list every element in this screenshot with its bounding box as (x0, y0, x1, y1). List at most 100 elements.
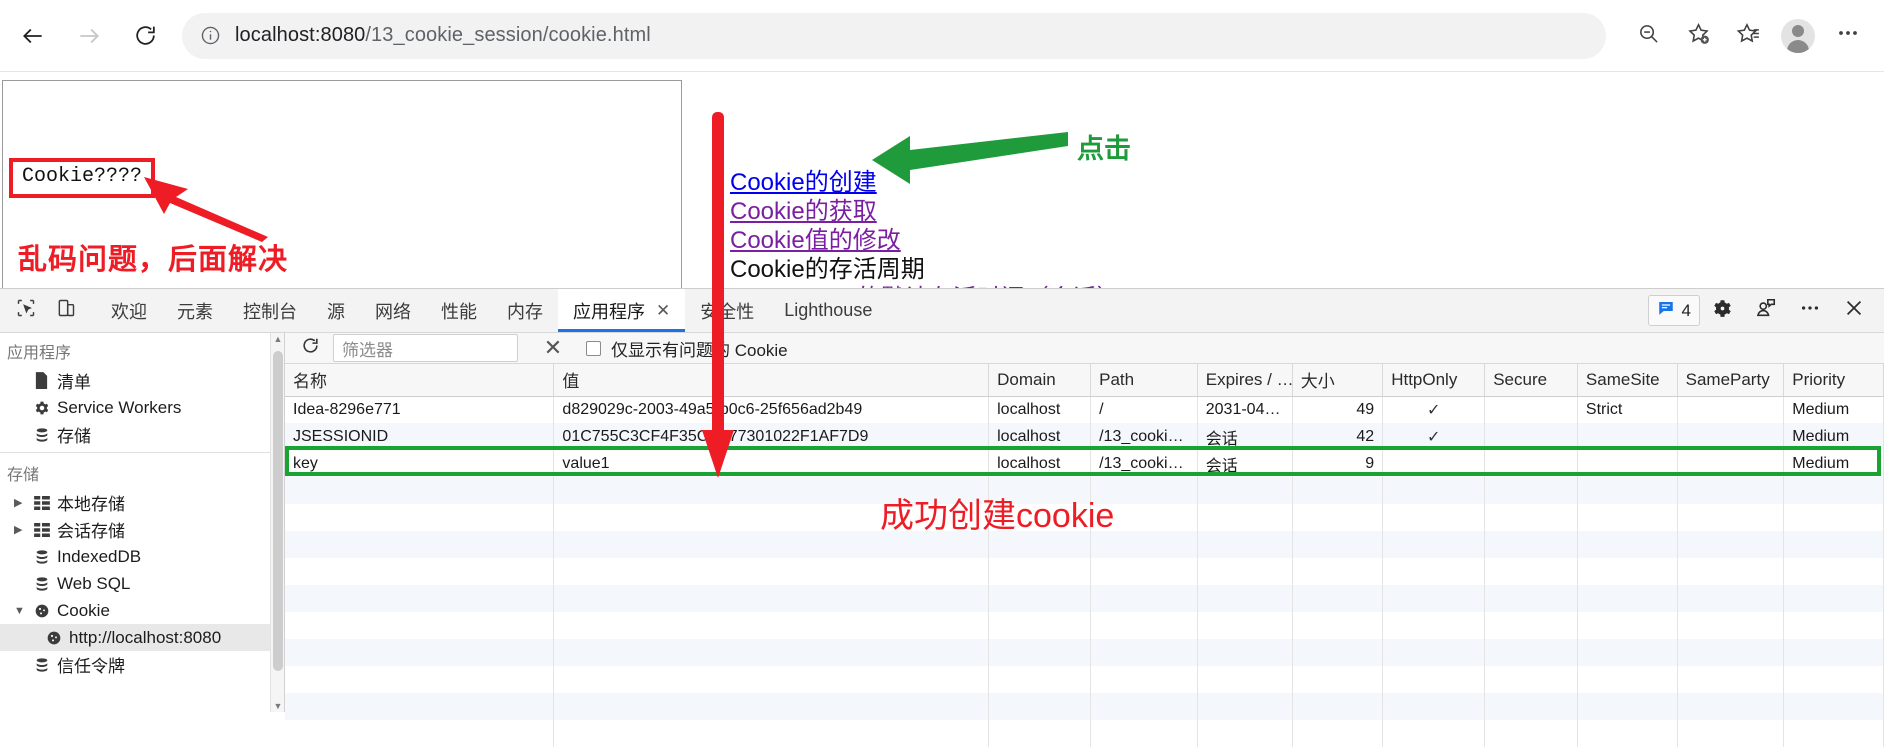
close-icon (1843, 297, 1865, 324)
more-options-button[interactable] (1826, 14, 1870, 58)
column-header-expires[interactable]: Expires / … (1197, 364, 1293, 397)
sidebar-item-cookie-localhost-8080[interactable]: http://localhost:8080 (0, 624, 284, 651)
cell-value: d829029c-2003-49a5-b0c6-25f656ad2b49 (553, 396, 990, 423)
only-problems-checkbox[interactable]: 仅显示有问题的 Cookie (586, 336, 788, 361)
tab-application[interactable]: 应用程序 ✕ (558, 289, 686, 332)
settings-button[interactable] (1703, 294, 1741, 328)
back-button[interactable] (10, 13, 56, 59)
sidebar-item-label: 本地存储 (57, 495, 125, 514)
column-header-httponly[interactable]: HttpOnly (1382, 364, 1486, 397)
cell-priority: Medium (1783, 423, 1884, 450)
tab-elements[interactable]: 元素 (162, 289, 228, 332)
table-row[interactable]: key value1 localhost /13_cooki… 会话 9 Med… (285, 450, 1884, 477)
sidebar-item-label: Service Workers (57, 397, 182, 417)
sidebar-item-trust-tokens[interactable]: 信任令牌 (0, 651, 284, 678)
sidebar-item-label: 信任令牌 (57, 657, 125, 676)
column-header-sameparty[interactable]: SameParty (1677, 364, 1785, 397)
tab-welcome[interactable]: 欢迎 (96, 289, 162, 332)
refresh-cookies-button[interactable] (295, 333, 325, 363)
message-count: 4 (1681, 300, 1691, 320)
tab-label: 应用程序 (573, 301, 645, 322)
sidebar-item-label: Web SQL (57, 573, 131, 593)
tab-network[interactable]: 网络 (360, 289, 426, 332)
sidebar-item-web-sql[interactable]: Web SQL (0, 570, 284, 597)
link-cookie-get[interactable]: Cookie的获取 (730, 197, 1430, 226)
forward-button[interactable] (66, 13, 112, 59)
column-header-priority[interactable]: Priority (1783, 364, 1884, 397)
chevron-down-icon[interactable]: ▼ (14, 605, 30, 617)
address-bar[interactable]: localhost:8080/13_cookie_session/cookie.… (182, 12, 1606, 59)
filter-input[interactable]: 筛选器 (333, 334, 518, 362)
sidebar-item-manifest[interactable]: 清单 (0, 367, 284, 394)
devtools-panel: 欢迎 元素 控制台 源 网络 性能 内存 应用程序 ✕ 安全性 Lighthou… (0, 288, 1884, 747)
add-favorite-button[interactable] (1676, 14, 1720, 58)
cookie-icon (30, 603, 53, 619)
more-tools-button[interactable] (1791, 294, 1829, 328)
scrollbar-thumb[interactable] (273, 351, 283, 671)
annotation-red-note: 乱码问题，后面解决 (18, 244, 289, 276)
cell-path: / (1090, 396, 1198, 423)
sidebar-item-label: 存储 (57, 427, 91, 446)
scroll-down-icon[interactable]: ▼ (273, 701, 283, 711)
column-header-secure[interactable]: Secure (1484, 364, 1578, 397)
tab-performance[interactable]: 性能 (426, 289, 492, 332)
cookie-output-text: Cookie???? (9, 158, 156, 198)
tab-lighthouse[interactable]: Lighthouse (769, 289, 887, 332)
clear-cookies-button[interactable]: ✕ (540, 335, 566, 361)
sidebar-item-storage-overview[interactable]: 存储 (0, 421, 284, 448)
table-row[interactable]: Idea-8296e771 d829029c-2003-49a5-b0c6-25… (285, 396, 1884, 423)
only-problems-label: 仅显示有问题的 Cookie (611, 340, 788, 360)
tab-console[interactable]: 控制台 (228, 289, 312, 332)
close-devtools-button[interactable] (1835, 294, 1873, 328)
feedback-button[interactable] (1747, 294, 1785, 328)
database-icon (30, 657, 53, 673)
zoom-out-button[interactable] (1626, 14, 1670, 58)
chevron-right-icon[interactable]: ▶ (14, 496, 30, 509)
devtools-inspect-tools (0, 289, 86, 332)
toggle-device-toolbar-button[interactable] (49, 294, 83, 328)
sidebar-item-local-storage[interactable]: ▶ 本地存储 (0, 489, 284, 516)
tab-label: 网络 (375, 301, 411, 322)
column-header-size[interactable]: 大小 (1292, 364, 1384, 397)
column-header-path[interactable]: Path (1090, 364, 1198, 397)
tab-memory[interactable]: 内存 (492, 289, 558, 332)
tab-sources[interactable]: 源 (312, 289, 360, 332)
sidebar-item-session-storage[interactable]: ▶ 会话存储 (0, 516, 284, 543)
chevron-right-icon[interactable]: ▶ (14, 523, 30, 536)
inspect-element-button[interactable] (9, 294, 43, 328)
avatar (1781, 18, 1815, 53)
table-row[interactable]: JSESSIONID 01C755C3CF4F35C6D77301022F1AF… (285, 423, 1884, 450)
cookie-icon (42, 630, 65, 646)
table-empty-row (285, 639, 1884, 666)
link-cookie-modify[interactable]: Cookie值的修改 (730, 226, 1430, 255)
column-header-samesite[interactable]: SameSite (1577, 364, 1678, 397)
collections-button[interactable] (1726, 14, 1770, 58)
column-header-domain[interactable]: Domain (988, 364, 1092, 397)
reload-button[interactable] (122, 13, 168, 59)
sidebar-item-indexeddb[interactable]: IndexedDB (0, 543, 284, 570)
tab-security[interactable]: 安全性 (685, 289, 769, 332)
sidebar-scrollbar[interactable]: ▲ ▼ (270, 333, 284, 712)
column-header-value[interactable]: 值 (553, 364, 990, 397)
cell-domain: localhost (988, 423, 1092, 450)
close-tab-icon[interactable]: ✕ (656, 301, 670, 321)
tab-label: 性能 (441, 301, 477, 322)
messages-button[interactable]: 4 (1647, 295, 1700, 326)
sidebar-item-cookie[interactable]: ▼ Cookie (0, 597, 284, 624)
sidebar-item-label: IndexedDB (57, 546, 142, 566)
gear-icon (30, 400, 53, 416)
scroll-up-icon[interactable]: ▲ (273, 334, 283, 344)
annotation-success-text: 成功创建cookie (880, 497, 1115, 535)
site-info-icon[interactable] (200, 25, 221, 46)
cell-sameparty (1677, 450, 1785, 477)
sidebar-item-service-workers[interactable]: Service Workers (0, 394, 284, 421)
cell-path: /13_cooki… (1090, 423, 1198, 450)
profile-button[interactable] (1776, 14, 1820, 58)
checkbox-box[interactable] (586, 340, 601, 356)
gear-icon (1712, 298, 1733, 324)
column-header-name[interactable]: 名称 (285, 364, 555, 397)
link-cookie-create[interactable]: Cookie的创建 (730, 168, 1430, 197)
cell-secure (1484, 423, 1578, 450)
cell-expires: 2031-04-… (1197, 396, 1293, 423)
cell-samesite (1577, 423, 1678, 450)
